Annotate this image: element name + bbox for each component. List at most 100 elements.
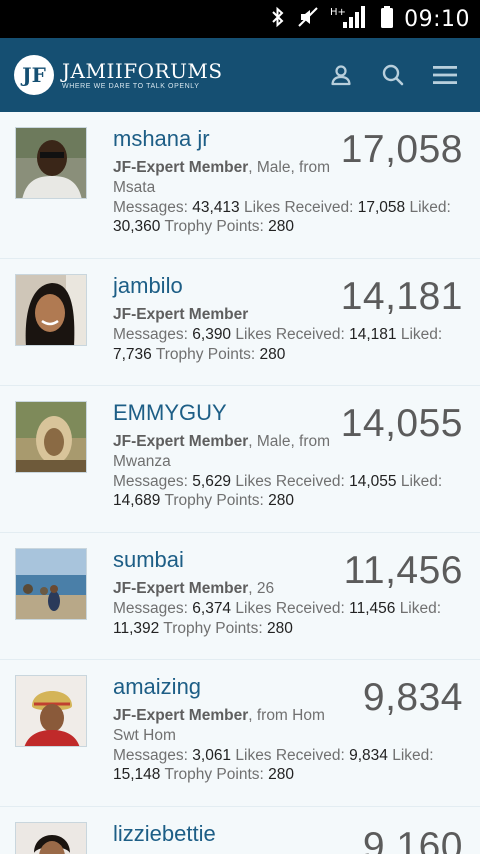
mute-icon <box>296 5 320 34</box>
liked-label: Liked: <box>399 599 442 617</box>
logo-title: JAMIIFORUMS <box>62 58 223 83</box>
trophy-points-label: Trophy Points: <box>164 766 264 784</box>
trophy-points-value: 280 <box>268 766 294 784</box>
avatar[interactable] <box>15 127 87 199</box>
account-button[interactable] <box>326 60 356 90</box>
list-item: lizziebettie 9,160 <box>0 807 480 854</box>
member-stats: Messages: 6,390 Likes Received: 14,181 L… <box>113 325 465 365</box>
app-header: JF JAMIIFORUMS WHERE WE DARE TO TALK OPE… <box>0 38 480 112</box>
member-title-line: JF-Expert Member, Male, from <box>113 432 465 452</box>
member-stats: Messages: 6,374 Likes Received: 11,456 L… <box>113 599 465 639</box>
status-bar: H+ 09:10 <box>0 0 480 38</box>
member-title: JF-Expert Member <box>113 580 249 597</box>
avatar[interactable] <box>15 548 87 620</box>
messages-label: Messages: <box>113 198 188 216</box>
member-title-line: JF-Expert Member, from Hom <box>113 706 465 726</box>
likes-received-value: 11,456 <box>349 599 396 617</box>
messages-label: Messages: <box>113 599 188 617</box>
member-info: , 26 <box>248 580 275 597</box>
liked-label: Liked: <box>392 746 434 764</box>
avatar[interactable] <box>15 401 87 473</box>
member-score: 9,160 <box>362 825 463 854</box>
likes-received-value: 14,055 <box>349 472 397 490</box>
search-button[interactable] <box>378 60 408 90</box>
member-name[interactable]: EMMYGUY <box>113 400 227 426</box>
member-name[interactable]: mshana jr <box>113 126 210 152</box>
messages-value: 6,390 <box>192 325 232 343</box>
likes-received-value: 9,834 <box>349 746 388 764</box>
member-name[interactable]: amaizing <box>113 674 201 700</box>
signal-icon: H+ <box>330 4 370 35</box>
likes-received-value: 14,181 <box>349 325 397 343</box>
avatar[interactable] <box>15 675 87 747</box>
member-details: JF-Expert Member, from Hom Swt Hom Messa… <box>113 706 465 785</box>
battery-icon <box>380 5 394 34</box>
header-actions <box>326 60 460 90</box>
menu-icon <box>433 66 457 84</box>
clock: 09:10 <box>404 6 470 32</box>
member-details: JF-Expert Member, 26 Messages: 6,374 Lik… <box>113 579 465 638</box>
user-icon <box>331 65 351 86</box>
messages-value: 6,374 <box>192 599 232 617</box>
member-details: JF-Expert Member, Male, from Mwanza Mess… <box>113 432 465 511</box>
member-title: JF-Expert Member <box>113 159 249 176</box>
site-logo[interactable]: JF JAMIIFORUMS WHERE WE DARE TO TALK OPE… <box>14 52 223 98</box>
member-title: JF-Expert Member <box>113 433 249 450</box>
liked-value: 15,148 <box>113 766 161 784</box>
trophy-points-label: Trophy Points: <box>155 345 256 363</box>
member-title-line: JF-Expert Member, 26 <box>113 579 465 599</box>
likes-received-value: 17,058 <box>357 198 406 216</box>
status-icons: H+ 09:10 <box>270 0 470 38</box>
member-name[interactable]: jambilo <box>113 273 183 299</box>
member-name[interactable]: lizziebettie <box>113 821 216 847</box>
liked-label: Liked: <box>409 198 451 216</box>
liked-value: 11,392 <box>113 619 160 637</box>
member-list: mshana jr 17,058 JF-Expert Member, Male,… <box>0 112 480 854</box>
avatar[interactable] <box>15 274 87 346</box>
network-type-label: H+ <box>330 7 346 18</box>
messages-value: 5,629 <box>192 472 232 490</box>
trophy-points-value: 280 <box>259 345 286 363</box>
member-location: Msata <box>113 178 156 196</box>
menu-button[interactable] <box>430 60 460 90</box>
member-location: Swt Hom <box>113 726 176 744</box>
member-stats: Messages: 3,061 Likes Received: 9,834 Li… <box>113 746 465 786</box>
trophy-points-value: 280 <box>268 218 294 236</box>
likes-received-label: Likes Received: <box>235 599 345 617</box>
member-location: Mwanza <box>113 452 171 470</box>
logo-tagline: WHERE WE DARE TO TALK OPENLY <box>62 82 200 90</box>
member-title: JF-Expert Member <box>113 707 249 724</box>
member-title-line: JF-Expert Member, Male, from <box>113 158 465 178</box>
logo-mark-text: JF <box>22 63 46 87</box>
search-icon <box>382 64 404 86</box>
member-details: JF-Expert Member Messages: 6,390 Likes R… <box>113 305 465 364</box>
list-item: EMMYGUY 14,055 JF-Expert Member, Male, f… <box>0 386 480 533</box>
member-name[interactable]: sumbai <box>113 547 184 573</box>
member-stats: Messages: 5,629 Likes Received: 14,055 L… <box>113 472 465 512</box>
likes-received-label: Likes Received: <box>244 198 354 216</box>
member-info: , Male, from <box>248 433 331 450</box>
likes-received-label: Likes Received: <box>235 746 345 764</box>
list-item: amaizing 9,834 JF-Expert Member, from Ho… <box>0 660 480 807</box>
trophy-points-label: Trophy Points: <box>163 619 263 637</box>
messages-label: Messages: <box>113 746 188 764</box>
avatar[interactable] <box>15 822 87 854</box>
messages-label: Messages: <box>113 325 188 343</box>
trophy-points-label: Trophy Points: <box>164 492 264 510</box>
liked-label: Liked: <box>400 325 443 343</box>
liked-value: 14,689 <box>113 492 161 510</box>
list-item: mshana jr 17,058 JF-Expert Member, Male,… <box>0 112 480 259</box>
messages-label: Messages: <box>113 472 188 490</box>
likes-received-label: Likes Received: <box>235 325 345 343</box>
messages-value: 43,413 <box>192 198 240 216</box>
trophy-points-label: Trophy Points: <box>164 218 264 236</box>
liked-value: 30,360 <box>113 218 161 236</box>
member-title-line: JF-Expert Member <box>113 305 465 325</box>
logo-mark: JF <box>14 55 54 95</box>
list-item: sumbai 11,456 JF-Expert Member, 26 Messa… <box>0 533 480 660</box>
trophy-points-value: 280 <box>268 492 294 510</box>
member-details: JF-Expert Member, Male, from Msata Messa… <box>113 158 465 237</box>
member-stats: Messages: 43,413 Likes Received: 17,058 … <box>113 198 465 238</box>
member-title: JF-Expert Member <box>113 306 249 323</box>
messages-value: 3,061 <box>192 746 232 764</box>
